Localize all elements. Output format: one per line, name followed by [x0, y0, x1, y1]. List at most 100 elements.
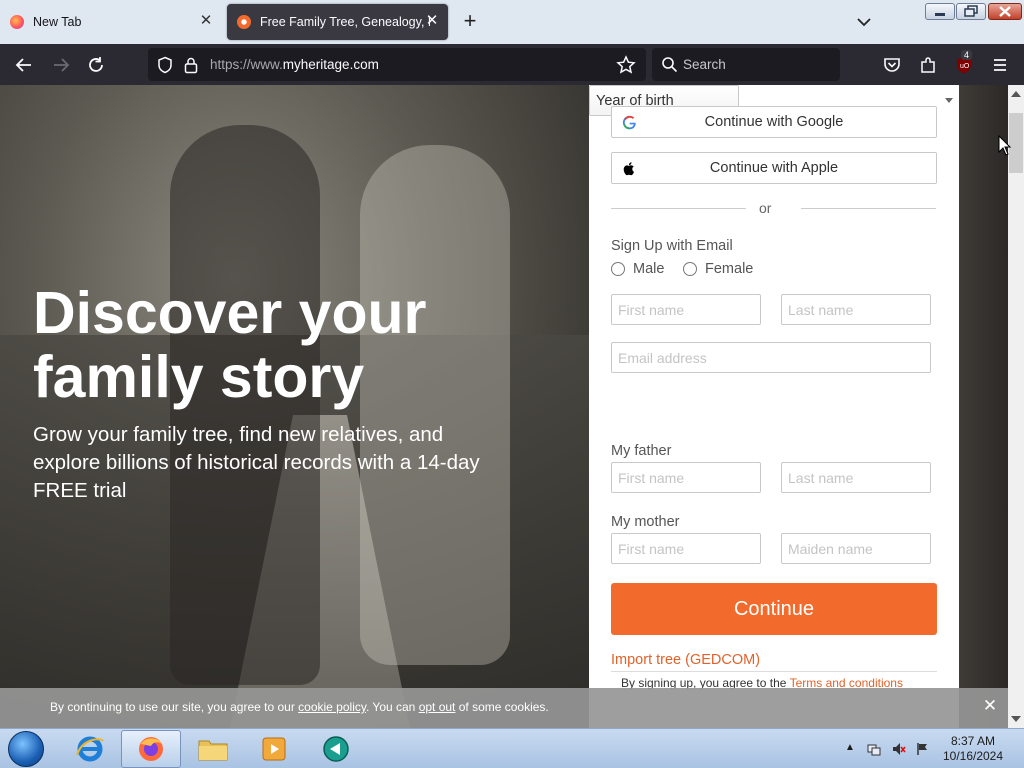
- father-first-name-field[interactable]: First name: [611, 462, 761, 493]
- continue-with-apple-button[interactable]: Continue with Apple: [611, 152, 937, 184]
- field-placeholder: First name: [618, 470, 685, 486]
- media-player-icon[interactable]: [256, 733, 292, 765]
- page-content: Discover your family story Grow your fam…: [0, 85, 1008, 728]
- continue-button[interactable]: Continue: [611, 583, 937, 635]
- field-placeholder: Maiden name: [788, 541, 873, 557]
- hero-title: Discover your family story: [33, 280, 427, 410]
- url-prefix: https://www.: [210, 57, 283, 72]
- network-icon[interactable]: [867, 742, 881, 756]
- mother-label: My mother: [611, 514, 680, 530]
- clock-date: 10/16/2024: [942, 749, 1004, 763]
- firefox-icon: [10, 15, 24, 29]
- radio-circle-icon[interactable]: [611, 262, 625, 276]
- lock-icon[interactable]: [183, 56, 199, 74]
- hero-section: Discover your family story Grow your fam…: [0, 85, 589, 728]
- shield-icon[interactable]: [156, 56, 174, 74]
- forward-arrow-icon[interactable]: [50, 54, 72, 76]
- myheritage-favicon-icon: [237, 15, 251, 29]
- close-icon[interactable]: ✕: [981, 697, 999, 715]
- radio-circle-icon[interactable]: [683, 262, 697, 276]
- opt-out-link[interactable]: opt out: [419, 700, 456, 714]
- cookie-banner: By continuing to use our site, you agree…: [0, 688, 1008, 728]
- start-button[interactable]: [8, 731, 44, 767]
- field-placeholder: First name: [618, 541, 685, 557]
- close-tab-icon[interactable]: ✕: [198, 13, 214, 29]
- show-hidden-icons-chevron-icon[interactable]: ▲: [845, 742, 859, 756]
- url-domain: myheritage.com: [282, 57, 379, 72]
- divider-line: [611, 671, 937, 672]
- back-arrow-icon[interactable]: [13, 54, 35, 76]
- hamburger-menu-icon[interactable]: [989, 54, 1011, 76]
- google-icon: [622, 115, 636, 130]
- continue-with-google-button[interactable]: Continue with Google: [611, 106, 937, 138]
- signup-email-heading: Sign Up with Email: [611, 238, 733, 254]
- first-name-field[interactable]: First name: [611, 294, 761, 325]
- close-tab-icon[interactable]: ✕: [424, 13, 440, 29]
- father-last-name-field[interactable]: Last name: [781, 462, 931, 493]
- or-text: or: [759, 200, 772, 216]
- mother-first-name-field[interactable]: First name: [611, 533, 761, 564]
- cookie-text-part: . You can: [365, 700, 419, 714]
- svg-text:uO: uO: [960, 63, 970, 70]
- extension-badge: 4: [961, 50, 973, 60]
- extensions-puzzle-icon[interactable]: [917, 54, 939, 76]
- pocket-icon[interactable]: [881, 54, 903, 76]
- radio-label: Female: [705, 261, 754, 277]
- search-icon: [662, 57, 678, 73]
- field-placeholder: First name: [618, 302, 685, 318]
- volume-muted-icon[interactable]: [892, 742, 906, 756]
- google-button-label: Continue with Google: [704, 114, 844, 130]
- action-center-flag-icon[interactable]: [916, 742, 930, 756]
- page-background-strip: [959, 85, 1008, 728]
- file-explorer-folder-icon[interactable]: [195, 733, 231, 765]
- apple-icon: [623, 162, 634, 176]
- chevron-down-icon[interactable]: [854, 12, 874, 32]
- search-bar[interactable]: Search: [652, 48, 840, 81]
- field-placeholder: Last name: [788, 470, 854, 486]
- system-clock[interactable]: 8:37 AM 10/16/2024: [940, 734, 1006, 764]
- app-circle-arrow-icon[interactable]: [318, 733, 354, 765]
- hero-subtitle: Grow your family tree, find new relative…: [33, 423, 480, 502]
- tab-strip: New Tab ✕ Free Family Tree, Genealogy, F…: [0, 0, 1024, 44]
- vertical-scrollbar[interactable]: [1008, 85, 1024, 728]
- reload-icon[interactable]: [85, 54, 107, 76]
- clock-time: 8:37 AM: [950, 734, 996, 748]
- scroll-up-arrow-icon[interactable]: [1011, 91, 1021, 97]
- dropdown-caret-icon: [945, 98, 953, 103]
- import-gedcom-link[interactable]: Import tree (GEDCOM): [611, 652, 760, 668]
- restore-button[interactable]: [956, 3, 986, 20]
- field-placeholder: Email address: [618, 350, 707, 366]
- or-divider: or: [611, 199, 937, 219]
- tab-new-tab[interactable]: New Tab ✕: [0, 4, 222, 40]
- url-text[interactable]: https://www.myheritage.com: [210, 57, 379, 72]
- internet-explorer-icon[interactable]: [72, 733, 108, 765]
- close-window-button[interactable]: [988, 3, 1022, 20]
- scroll-down-arrow-icon[interactable]: [1011, 716, 1021, 722]
- signup-panel: Continue with Google Continue with Apple…: [589, 85, 959, 728]
- url-bar[interactable]: https://www.myheritage.com: [148, 48, 646, 81]
- windows-taskbar: ▲ 8:37 AM 10/16/2024: [0, 728, 1024, 768]
- tab-title: Free Family Tree, Genealogy, Fa: [260, 15, 430, 29]
- search-placeholder: Search: [683, 57, 726, 72]
- gender-radio-female[interactable]: Female: [683, 261, 753, 277]
- divider-line: [801, 208, 936, 209]
- radio-label: Male: [633, 261, 665, 277]
- cookie-text-part: By continuing to use our site, you agree…: [50, 700, 299, 714]
- mother-maiden-name-field[interactable]: Maiden name: [781, 533, 931, 564]
- gender-radio-male[interactable]: Male: [611, 261, 664, 277]
- bookmark-star-icon[interactable]: [616, 55, 636, 75]
- tab-myheritage[interactable]: Free Family Tree, Genealogy, Fa ✕: [227, 4, 448, 40]
- father-label: My father: [611, 443, 672, 459]
- cookie-policy-link[interactable]: cookie policy: [298, 700, 366, 714]
- firefox-icon: [139, 737, 163, 761]
- taskbar-firefox-button[interactable]: [121, 730, 181, 768]
- mouse-cursor-icon: [998, 135, 1012, 156]
- navigation-toolbar: https://www.myheritage.com Search uO 4: [0, 44, 1024, 85]
- email-field[interactable]: Email address: [611, 342, 931, 373]
- last-name-field[interactable]: Last name: [781, 294, 931, 325]
- minimize-button[interactable]: [925, 3, 955, 20]
- apple-button-label: Continue with Apple: [709, 160, 839, 176]
- tab-title: New Tab: [33, 15, 82, 29]
- cookie-text: By continuing to use our site, you agree…: [50, 700, 549, 714]
- new-tab-button[interactable]: +: [458, 10, 482, 34]
